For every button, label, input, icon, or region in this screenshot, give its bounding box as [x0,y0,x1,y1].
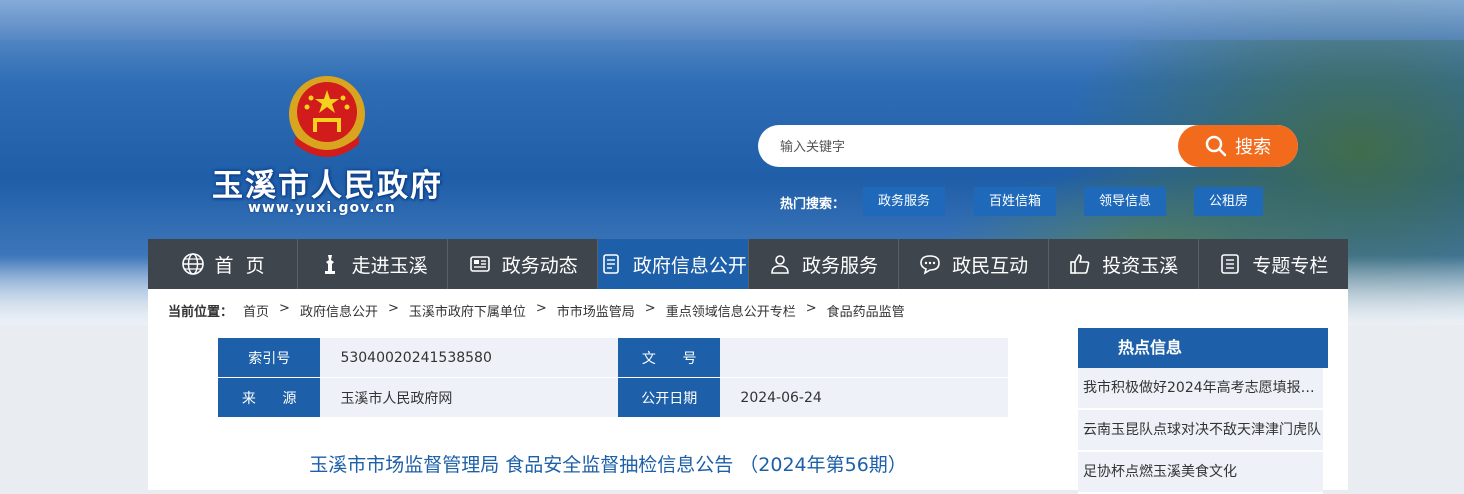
nav-label: 首 页 [214,254,265,277]
breadcrumb: 当前位置： 首页 > 政府信息公开 > 玉溪市政府下属单位 > 市市场监管局 >… [168,301,905,320]
hot-tag-leaders[interactable]: 领导信息 [1084,187,1167,216]
nav-item-about[interactable]: 走进玉溪 [298,239,449,289]
publish-date-value: 2024-06-24 [720,377,1008,418]
national-emblem-icon [289,76,365,157]
hot-tag-housing[interactable]: 公租房 [1194,187,1264,216]
nav-label: 政民互动 [952,254,1029,277]
publish-date-label: 公开日期 [617,377,721,418]
hot-info-item[interactable]: 我市积极做好2024年高考志愿填报工作 [1078,368,1323,410]
meta-row: 索引号 53040020241538580 文 号 [218,338,1008,378]
nav-label: 走进玉溪 [351,254,428,277]
nav-label: 政务动态 [501,254,578,277]
main-nav: 首 页 走进玉溪 政务动态 政府信息公开 政务服务 政民互动 投资玉溪 专题专栏 [148,239,1348,289]
doc-number-value [720,338,1008,378]
breadcrumb-separator: > [387,301,399,316]
list-icon [1221,254,1240,274]
nav-label: 投资玉溪 [1102,254,1179,277]
hot-info-panel: 热点信息 我市积极做好2024年高考志愿填报工作 云南玉昆队点球对决不敌天津津门… [1078,328,1328,494]
breadcrumb-item-home[interactable]: 首页 [243,301,269,320]
breadcrumb-item[interactable]: 食品药品监管 [827,301,905,320]
breadcrumb-item[interactable]: 重点领域信息公开专栏 [666,301,796,320]
search-button-label: 搜索 [1235,137,1271,158]
index-number-value: 53040020241538580 [320,338,618,378]
document-icon [603,254,619,274]
hot-info-item[interactable]: 足协杯点燃玉溪美食文化 [1078,452,1323,494]
nav-item-news[interactable]: 政务动态 [448,239,599,289]
nav-item-interaction[interactable]: 政民互动 [899,239,1049,289]
hot-tag-services[interactable]: 政务服务 [863,187,946,216]
breadcrumb-separator: > [644,301,656,316]
hot-info-item[interactable]: 云南玉昆队点球对决不敌天津津门虎队 [1078,410,1323,452]
breadcrumb-item[interactable]: 市市场监管局 [557,301,635,320]
nav-label: 专题专栏 [1252,254,1329,277]
thumbs-up-icon [1070,254,1090,274]
site-url: www.yuxi.gov.cn [248,200,396,216]
nav-label: 政府信息公开 [632,254,747,277]
index-number-label: 索引号 [218,338,321,378]
nav-label: 政务服务 [802,254,879,277]
hot-info-title: 热点信息 [1078,328,1328,368]
search-button[interactable]: 搜索 [1178,125,1298,167]
nav-item-services[interactable]: 政务服务 [749,239,899,289]
doc-number-label: 文 号 [617,338,721,378]
site-title: 玉溪市人民政府 [212,168,443,204]
breadcrumb-item[interactable]: 玉溪市政府下属单位 [409,301,526,320]
nav-item-invest[interactable]: 投资玉溪 [1049,239,1199,289]
search-icon [1205,135,1227,157]
nav-item-topics[interactable]: 专题专栏 [1199,239,1348,289]
nav-item-info-disclosure[interactable]: 政府信息公开 [598,239,749,289]
chat-icon [920,255,940,275]
content-area: 当前位置： 首页 > 政府信息公开 > 玉溪市政府下属单位 > 市市场监管局 >… [148,289,1348,494]
hot-tag-mailbox[interactable]: 百姓信箱 [974,187,1057,216]
breadcrumb-label: 当前位置： [168,305,234,320]
hot-search-label: 热门搜索： [780,197,846,212]
meta-row: 来 源 玉溪市人民政府网 公开日期 2024-06-24 [218,377,1008,418]
breadcrumb-separator: > [805,301,817,316]
breadcrumb-item[interactable]: 政府信息公开 [300,301,378,320]
person-icon [771,255,789,274]
breadcrumb-separator: > [535,301,547,316]
globe-icon [181,253,204,275]
article-title: 玉溪市市场监督管理局 食品安全监督抽检信息公告 （2024年第56期） [309,454,907,476]
breadcrumb-separator: > [279,301,290,316]
search-input[interactable] [778,136,1162,158]
newspaper-icon [469,256,490,272]
banner-mountains [0,0,1464,40]
nav-item-home[interactable]: 首 页 [148,239,299,289]
source-label: 来 源 [218,377,321,418]
statue-icon [324,255,335,274]
article-meta-table: 索引号 53040020241538580 文 号 来 源 玉溪市人民政府网 公… [218,338,1008,418]
source-value: 玉溪市人民政府网 [320,377,618,418]
search-box: 搜索 [758,125,1298,167]
